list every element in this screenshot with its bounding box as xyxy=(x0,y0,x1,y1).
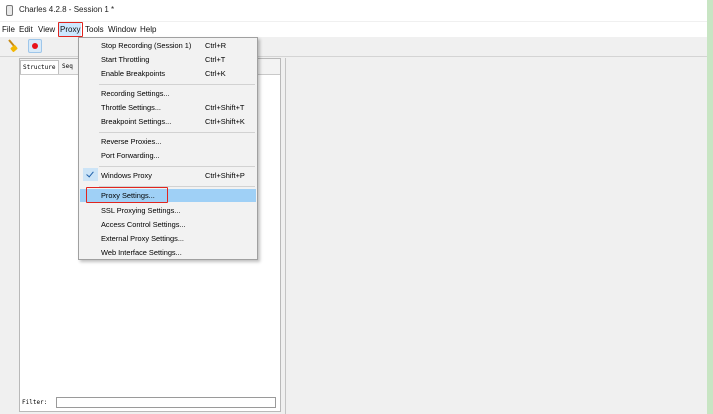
menu-tools[interactable]: Tools xyxy=(84,23,105,36)
menu-item-external-proxy-settings[interactable]: External Proxy Settings... xyxy=(80,232,256,245)
broom-icon[interactable] xyxy=(5,39,19,53)
charles-app-icon xyxy=(6,5,13,16)
menu-window[interactable]: Window xyxy=(107,23,137,36)
menu-item-start-throttling[interactable]: Start Throttling Ctrl+T xyxy=(80,53,256,66)
proxy-menu-highlight xyxy=(58,22,83,37)
menu-item-enable-breakpoints[interactable]: Enable Breakpoints Ctrl+K xyxy=(80,67,256,80)
menu-separator xyxy=(99,166,255,167)
menu-edit[interactable]: Edit xyxy=(18,23,34,36)
tab-structure[interactable]: Structure xyxy=(20,60,59,74)
proxy-dropdown-menu: Stop Recording (Session 1) Ctrl+R Start T… xyxy=(78,37,258,260)
menu-item-web-interface-settings[interactable]: Web Interface Settings... xyxy=(80,246,256,259)
window-title: Charles 4.2.8 - Session 1 * xyxy=(19,5,115,14)
title-bar: Charles 4.2.8 - Session 1 * xyxy=(0,0,707,21)
menu-help[interactable]: Help xyxy=(139,23,157,36)
menu-item-ssl-proxying-settings[interactable]: SSL Proxying Settings... xyxy=(80,204,256,217)
menu-item-reverse-proxies[interactable]: Reverse Proxies... xyxy=(80,135,256,148)
filter-label: Filter: xyxy=(22,399,48,406)
filter-input[interactable] xyxy=(56,397,276,408)
proxy-settings-highlight xyxy=(86,187,168,203)
menu-item-port-forwarding[interactable]: Port Forwarding... xyxy=(80,149,256,162)
filter-row: Filter: xyxy=(19,396,281,412)
menu-separator xyxy=(99,84,255,85)
detail-panel xyxy=(286,58,707,414)
menu-item-access-control-settings[interactable]: Access Control Settings... xyxy=(80,218,256,231)
menu-separator xyxy=(99,132,255,133)
background-strip xyxy=(707,0,713,414)
menu-item-throttle-settings[interactable]: Throttle Settings... Ctrl+Shift+T xyxy=(80,101,256,114)
record-icon xyxy=(32,43,38,49)
menu-view[interactable]: View xyxy=(37,23,56,36)
menu-item-stop-recording[interactable]: Stop Recording (Session 1) Ctrl+R xyxy=(80,39,256,52)
check-icon xyxy=(83,168,98,181)
menu-item-recording-settings[interactable]: Recording Settings... xyxy=(80,87,256,100)
tab-sequence[interactable]: Seq xyxy=(60,60,75,73)
menu-file[interactable]: File xyxy=(1,23,16,36)
menu-item-breakpoint-settings[interactable]: Breakpoint Settings... Ctrl+Shift+K xyxy=(80,115,256,128)
menu-item-windows-proxy[interactable]: Windows Proxy Ctrl+Shift+P xyxy=(80,168,256,182)
record-button[interactable] xyxy=(28,39,42,53)
